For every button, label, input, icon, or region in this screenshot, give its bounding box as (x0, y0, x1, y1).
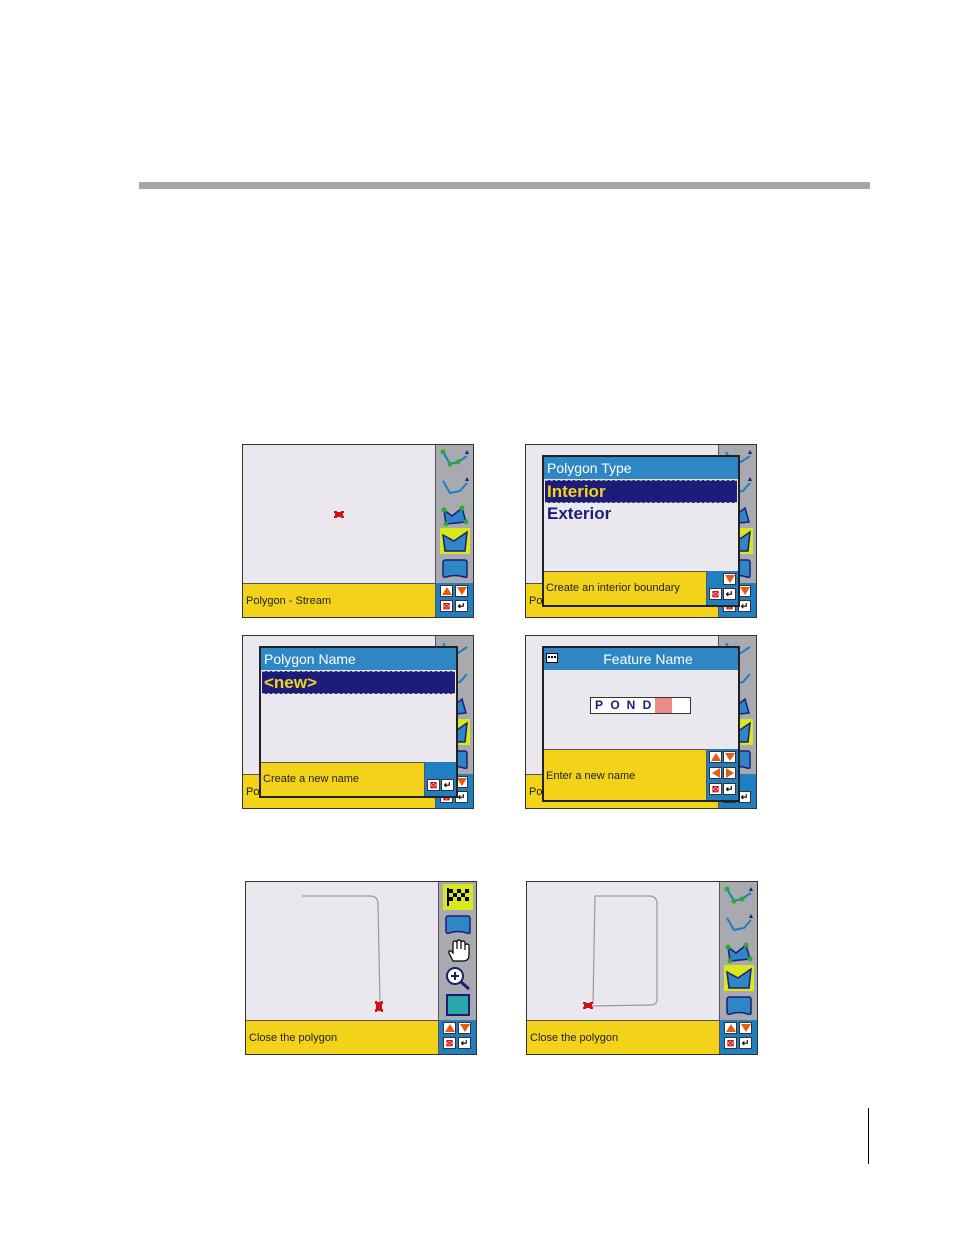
screen-close-polygon-1: Close the polygon ⊠ ↵ (245, 881, 477, 1055)
dialog-status-text: Enter a new name (546, 770, 636, 782)
enter-button[interactable]: ↵ (723, 783, 736, 795)
vehicle-icon (583, 1002, 593, 1009)
polygon-vertices-icon[interactable] (724, 938, 754, 964)
zoom-in-icon[interactable] (443, 965, 473, 991)
status-text: Close the polygon (530, 1032, 619, 1044)
up-arrow-button[interactable] (724, 1022, 737, 1034)
dialog-status-text: Create a new name (263, 773, 359, 785)
status-text: Polygon - Stream (246, 595, 331, 607)
tool-palette (719, 882, 757, 1020)
screen-polygon-name: Pol ⊠ ↵ Polygon Name <new> Create a new … (242, 635, 474, 809)
status-bar: Polygon - Stream (243, 583, 435, 617)
stream-polygon-icon[interactable] (440, 528, 470, 554)
stream-polygon-icon[interactable] (724, 965, 754, 991)
vehicle-icon (334, 511, 344, 518)
pan-hand-icon[interactable] (443, 938, 473, 964)
polygon-vertices-icon[interactable] (440, 501, 470, 527)
keyboard-icon (546, 653, 558, 663)
teal-square-icon[interactable] (443, 992, 473, 1018)
control-pad: ⊠ ↵ (719, 1020, 757, 1054)
line-vertices-icon[interactable] (724, 884, 754, 910)
cancel-button[interactable]: ⊠ (427, 779, 440, 791)
text-cursor (655, 698, 672, 713)
option-new-name[interactable]: <new> (262, 671, 455, 694)
dialog-control-pad: ⊠ ↵ (706, 749, 738, 800)
stream-line-icon[interactable] (724, 911, 754, 937)
screen-close-polygon-2: Close the polygon ⊠ ↵ (526, 881, 758, 1055)
header-rule (139, 182, 870, 189)
vehicle-icon (375, 1001, 383, 1012)
enter-button[interactable]: ↵ (723, 588, 736, 600)
right-arrow-button[interactable] (723, 767, 736, 779)
enter-button[interactable]: ↵ (739, 1037, 752, 1049)
input-letter: N (626, 698, 636, 712)
map-view[interactable] (527, 882, 719, 1020)
status-text: Close the polygon (249, 1032, 338, 1044)
map-view[interactable] (246, 882, 438, 1020)
enter-button[interactable]: ↵ (441, 779, 454, 791)
dialog-status-bar: Enter a new name (544, 749, 706, 800)
screen-polygon-stream: Polygon - Stream ⊠ ↵ (242, 444, 474, 618)
input-letter: D (642, 698, 652, 712)
screen-polygon-type: Pol ⊠ ↵ Polygon Type Interior Exterior C… (525, 444, 757, 618)
enter-button[interactable]: ↵ (455, 600, 468, 612)
up-arrow-button[interactable] (440, 585, 453, 597)
checkered-flag-icon[interactable] (443, 884, 473, 910)
up-arrow-button[interactable] (443, 1022, 456, 1034)
traced-path (588, 895, 658, 1007)
stream-line-icon[interactable] (440, 474, 470, 500)
cancel-button[interactable]: ⊠ (709, 783, 722, 795)
input-letter: P (594, 698, 603, 712)
margin-bar (868, 1108, 869, 1164)
down-arrow-button[interactable] (455, 585, 468, 597)
dialog-status-bar: Create a new name (261, 762, 424, 796)
cancel-button[interactable]: ⊠ (440, 600, 453, 612)
up-arrow-button[interactable] (709, 751, 722, 763)
cancel-button[interactable]: ⊠ (443, 1037, 456, 1049)
map-view[interactable] (243, 445, 435, 583)
cancel-button[interactable]: ⊠ (724, 1037, 737, 1049)
status-bar: Close the polygon (246, 1020, 438, 1054)
left-arrow-button[interactable] (709, 767, 722, 779)
status-bar: Close the polygon (527, 1020, 719, 1054)
dialog-status-text: Create an interior boundary (546, 582, 680, 594)
polygon-type-dialog: Polygon Type Interior Exterior Create an… (542, 455, 740, 607)
down-arrow-button[interactable] (723, 751, 736, 763)
area-shape-icon[interactable] (724, 992, 754, 1018)
tool-palette (435, 445, 473, 583)
down-arrow-button[interactable] (739, 1022, 752, 1034)
dialog-status-bar: Create an interior boundary (544, 571, 706, 605)
area-shape-icon[interactable] (443, 911, 473, 937)
option-exterior[interactable]: Exterior (545, 503, 737, 524)
dialog-title: Feature Name (544, 648, 738, 670)
dialog-control-pad: ⊠ ↵ (706, 571, 738, 605)
enter-button[interactable]: ↵ (458, 1037, 471, 1049)
traced-path (302, 895, 381, 1006)
screen-feature-name: Pol ⊠ ↵ Feature Name P O N D Enter a new… (525, 635, 757, 809)
tool-palette (438, 882, 476, 1020)
option-interior[interactable]: Interior (545, 480, 737, 503)
cancel-button[interactable]: ⊠ (709, 588, 722, 600)
down-arrow-button[interactable] (723, 573, 736, 585)
feature-name-dialog: Feature Name P O N D Enter a new name ⊠ … (542, 646, 740, 802)
polygon-name-dialog: Polygon Name <new> Create a new name ⊠ ↵ (259, 646, 458, 798)
line-vertices-icon[interactable] (440, 447, 470, 473)
area-shape-icon[interactable] (440, 555, 470, 581)
dialog-control-pad: ⊠ ↵ (424, 762, 456, 796)
name-input-field[interactable]: P O N D (590, 697, 691, 714)
control-pad: ⊠ ↵ (435, 583, 473, 617)
dialog-title: Polygon Name (261, 648, 456, 670)
down-arrow-button[interactable] (458, 1022, 471, 1034)
control-pad: ⊠ ↵ (438, 1020, 476, 1054)
input-letter: O (610, 698, 620, 712)
dialog-title: Polygon Type (544, 457, 738, 479)
